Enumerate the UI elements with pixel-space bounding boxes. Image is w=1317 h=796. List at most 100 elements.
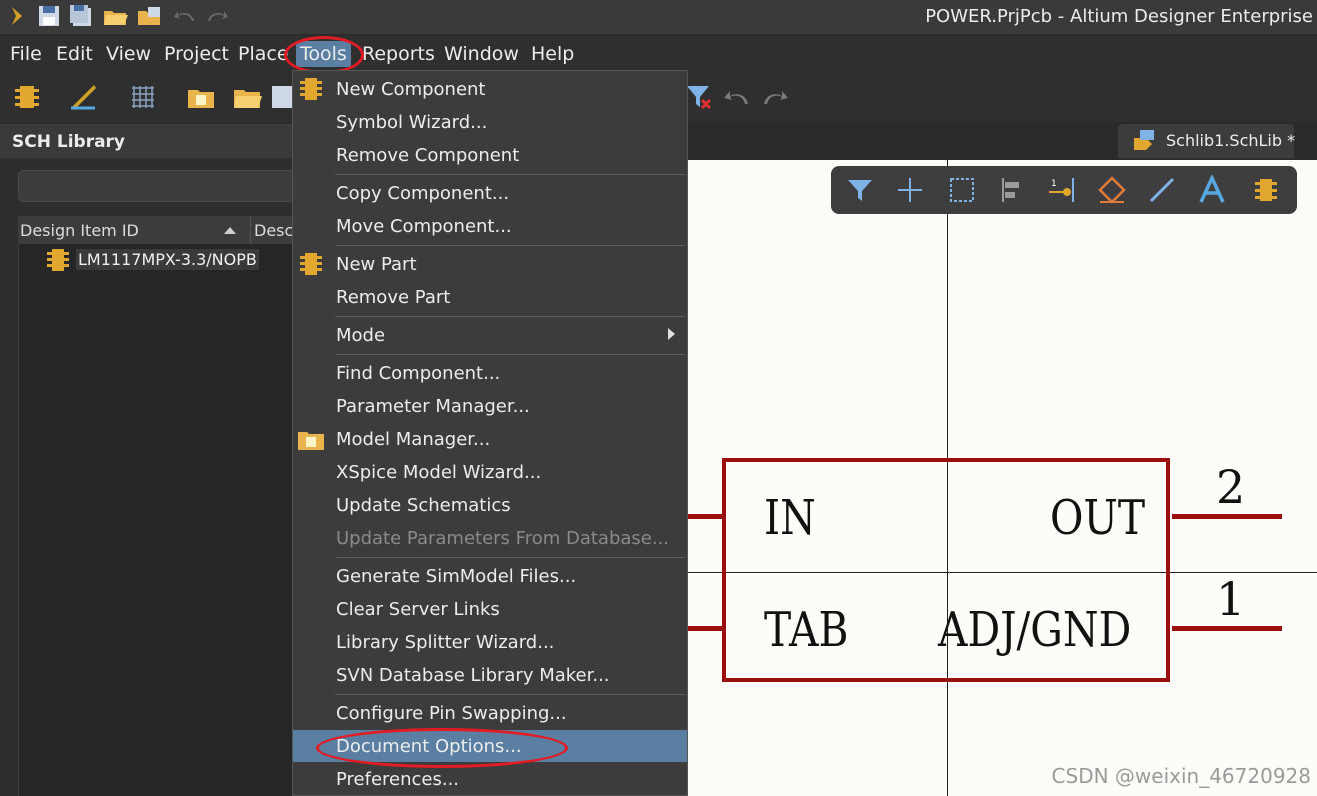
svg-text:1: 1 <box>1051 179 1057 189</box>
grid-icon[interactable] <box>128 82 158 112</box>
menu-help[interactable]: Help <box>531 43 574 65</box>
active-bar: 1 <box>831 166 1297 214</box>
menu-separator <box>335 694 685 695</box>
place-text-icon[interactable] <box>1197 175 1227 205</box>
menu-item-clear-server-links[interactable]: Clear Server Links <box>293 593 687 625</box>
undo-icon[interactable] <box>172 3 198 29</box>
fill-shape-icon[interactable] <box>1097 175 1127 205</box>
menu-item-label: Copy Component... <box>336 183 510 204</box>
menu-item-move-component[interactable]: Move Component... <box>293 210 687 242</box>
menu-window[interactable]: Window <box>444 43 519 65</box>
altium-logo-icon <box>12 7 22 25</box>
menu-item-mode[interactable]: Mode <box>293 319 687 351</box>
menu-separator <box>335 174 685 175</box>
open-project-icon[interactable] <box>136 3 162 29</box>
menu-item-update-schematics[interactable]: Update Schematics <box>293 489 687 521</box>
menu-separator <box>335 354 685 355</box>
pin-1-line[interactable] <box>1172 626 1282 631</box>
component-icon <box>47 249 69 271</box>
pin-name-out: OUT <box>1050 490 1146 546</box>
menu-item-remove-component[interactable]: Remove Component <box>293 139 687 171</box>
menu-item-svn-database-library-maker[interactable]: SVN Database Library Maker... <box>293 659 687 691</box>
menu-file[interactable]: File <box>10 43 42 65</box>
toolbar-redo-icon[interactable] <box>760 82 790 112</box>
menu-item-symbol-wizard[interactable]: Symbol Wizard... <box>293 106 687 138</box>
open-folder-icon[interactable] <box>102 3 128 29</box>
menu-view[interactable]: View <box>106 43 151 65</box>
menu-item-label: Remove Part <box>336 287 451 308</box>
toolbar-open-icon[interactable] <box>232 82 262 112</box>
menu-item-label: Symbol Wizard... <box>336 112 488 133</box>
component-icon <box>300 253 322 275</box>
menu-item-configure-pin-swapping[interactable]: Configure Pin Swapping... <box>293 697 687 729</box>
menu-place[interactable]: Place <box>238 43 289 65</box>
place-pin-icon[interactable]: 1 <box>1047 175 1077 205</box>
menu-project[interactable]: Project <box>164 43 229 65</box>
menu-item-new-part[interactable]: New Part <box>293 248 687 280</box>
menu-item-label: Update Schematics <box>336 495 511 516</box>
place-part-icon[interactable] <box>1251 175 1281 205</box>
menu-item-xspice-model-wizard[interactable]: XSpice Model Wizard... <box>293 456 687 488</box>
menu-item-new-component[interactable]: New Component <box>293 73 687 105</box>
menu-item-update-parameters-from-database: Update Parameters From Database... <box>293 522 687 554</box>
folder-chip-icon <box>298 432 324 450</box>
pin-number-2: 2 <box>1216 460 1246 514</box>
menu-item-copy-component[interactable]: Copy Component... <box>293 177 687 209</box>
redo-icon[interactable] <box>204 3 230 29</box>
menu-bar: File Edit View Project Place Tools Repor… <box>0 36 1317 74</box>
tools-dropdown-menu: New Component Symbol Wizard... Remove Co… <box>292 70 688 796</box>
menu-item-find-component[interactable]: Find Component... <box>293 357 687 389</box>
clear-filter-icon[interactable] <box>684 82 714 112</box>
menu-item-label: SVN Database Library Maker... <box>336 665 610 686</box>
menu-item-generate-simmodel-files[interactable]: Generate SimModel Files... <box>293 560 687 592</box>
menu-item-label: Move Component... <box>336 216 512 237</box>
component-list-header: Design Item ID Descr <box>18 216 300 244</box>
col-design-item-id[interactable]: Design Item ID <box>20 221 139 240</box>
toolbar-undo-icon[interactable] <box>722 82 752 112</box>
tools-annotation-ellipse <box>284 36 364 74</box>
select-area-icon[interactable] <box>947 175 977 205</box>
schlib-doc-icon <box>1134 130 1154 150</box>
save-icon[interactable] <box>36 3 62 29</box>
sch-library-panel: SCH Library Design Item ID Descr LM1117M… <box>0 124 310 796</box>
menu-item-remove-part[interactable]: Remove Part <box>293 281 687 313</box>
pin-number-1: 1 <box>1216 572 1246 626</box>
schematic-canvas[interactable]: IN OUT TAB ADJ/GND 2 1 CSDN @weixin_4672… <box>686 160 1317 796</box>
window-title: POWER.PrjPcb - Altium Designer Enterpris… <box>925 6 1313 27</box>
place-line-icon[interactable] <box>1147 175 1177 205</box>
column-divider <box>250 216 251 244</box>
pin-in-line[interactable] <box>686 514 724 519</box>
menu-reports[interactable]: Reports <box>362 43 435 65</box>
document-options-annotation-ellipse <box>316 728 568 768</box>
menu-item-label: Library Splitter Wizard... <box>336 632 555 653</box>
align-icon[interactable] <box>997 175 1027 205</box>
menu-item-label: Update Parameters From Database... <box>336 528 670 549</box>
move-cross-icon[interactable] <box>895 175 925 205</box>
menu-edit[interactable]: Edit <box>56 43 93 65</box>
list-item[interactable]: LM1117MPX-3.3/NOPB <box>40 246 292 276</box>
place-component-icon[interactable] <box>12 82 42 112</box>
menu-item-label: Model Manager... <box>336 429 491 450</box>
component-list[interactable] <box>18 216 293 796</box>
sort-ascending-icon[interactable] <box>224 227 236 234</box>
tab-schlib1[interactable]: Schlib1.SchLib * <box>1118 124 1295 158</box>
pin-name-in: IN <box>764 490 816 546</box>
menu-item-label: Configure Pin Swapping... <box>336 703 567 724</box>
menu-item-label: Generate SimModel Files... <box>336 566 577 587</box>
menu-item-preferences[interactable]: Preferences... <box>293 763 687 795</box>
menu-item-parameter-manager[interactable]: Parameter Manager... <box>293 390 687 422</box>
panel-search-input[interactable] <box>18 170 310 202</box>
menu-item-library-splitter-wizard[interactable]: Library Splitter Wizard... <box>293 626 687 658</box>
menu-item-label: XSpice Model Wizard... <box>336 462 542 483</box>
filter-icon[interactable] <box>845 175 875 205</box>
menu-separator <box>335 245 685 246</box>
menu-item-model-manager[interactable]: Model Manager... <box>293 423 687 455</box>
save-all-icon[interactable] <box>68 3 94 29</box>
pin-tab-line[interactable] <box>686 626 724 631</box>
watermark: CSDN @weixin_46720928 <box>1051 764 1311 788</box>
menu-item-label: Remove Component <box>336 145 520 166</box>
menu-item-label: Preferences... <box>336 769 460 790</box>
browse-library-icon[interactable] <box>186 82 216 112</box>
drawing-tools-icon[interactable] <box>68 82 98 112</box>
pin-2-line[interactable] <box>1172 514 1282 519</box>
